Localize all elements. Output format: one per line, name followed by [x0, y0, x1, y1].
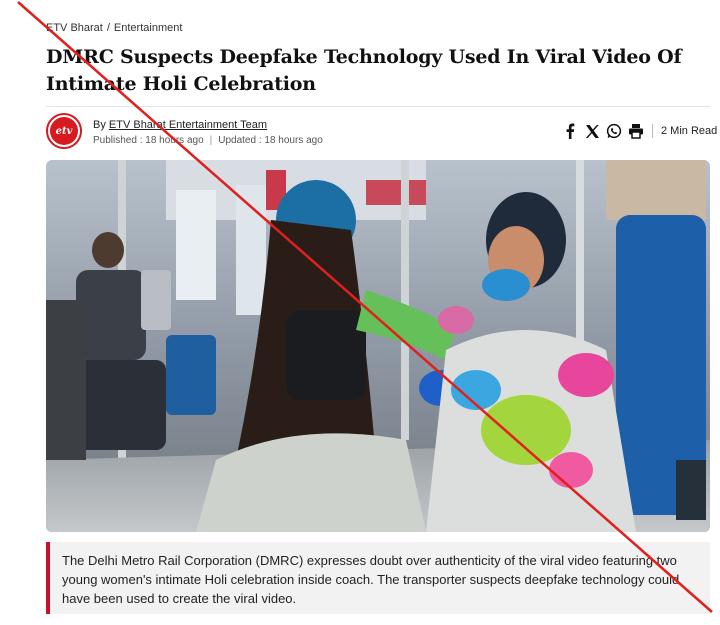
updated-time: Updated : 18 hours ago	[218, 135, 323, 146]
header-divider	[46, 106, 710, 107]
article-summary: The Delhi Metro Rail Corporation (DMRC) …	[46, 542, 710, 614]
meta-separator: |	[209, 135, 213, 146]
breadcrumb: ETV Bharat / Entertainment	[46, 22, 182, 34]
article-headline: DMRC Suspects Deepfake Technology Used I…	[46, 46, 682, 95]
breadcrumb-section-link[interactable]: Entertainment	[114, 22, 182, 34]
published-time: Published : 18 hours ago	[93, 135, 204, 146]
print-icon[interactable]	[628, 123, 644, 139]
share-bar: 2 Min Read	[562, 123, 717, 139]
hero-image[interactable]	[46, 160, 710, 532]
x-icon[interactable]	[584, 123, 600, 139]
breadcrumb-separator: /	[106, 22, 110, 34]
publisher-logo-mark: etv	[50, 117, 78, 145]
byline: By ETV Bharat Entertainment Team	[93, 119, 267, 131]
whatsapp-icon[interactable]	[606, 123, 622, 139]
byline-prefix: By	[93, 119, 106, 131]
author-link[interactable]: ETV Bharat Entertainment Team	[109, 119, 267, 131]
publisher-logo[interactable]: etv	[46, 113, 82, 149]
share-separator	[652, 124, 653, 138]
read-time: 2 Min Read	[661, 125, 718, 137]
facebook-icon[interactable]	[562, 123, 578, 139]
article-meta: Published : 18 hours ago | Updated : 18 …	[93, 135, 323, 146]
breadcrumb-site-link[interactable]: ETV Bharat	[46, 22, 103, 34]
